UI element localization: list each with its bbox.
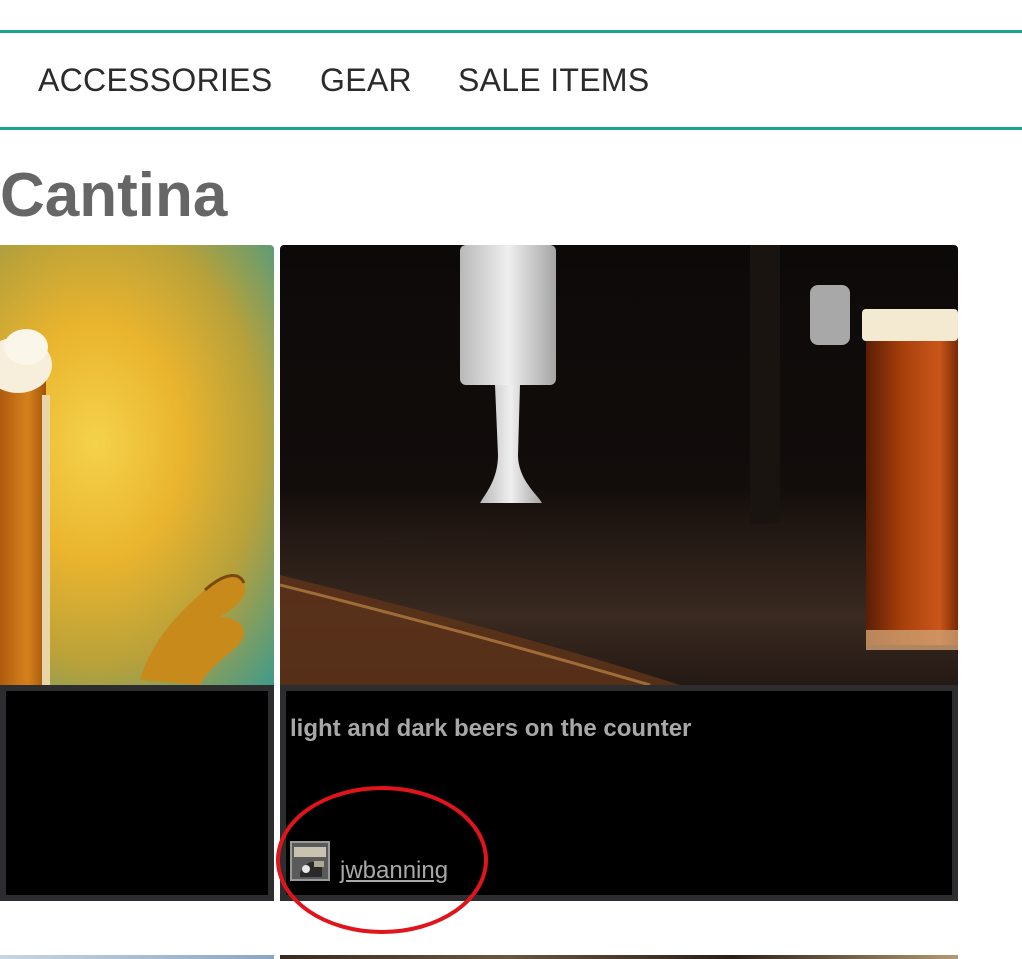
beer-illustration-graphic: [0, 329, 246, 685]
nav-item-sale-items[interactable]: SALE ITEMS: [458, 62, 650, 99]
next-row-card-edge: [280, 955, 958, 959]
card-caption: [0, 685, 274, 901]
annotation-ellipse: [276, 786, 488, 934]
page-title: Cantina: [0, 161, 228, 230]
photo-card[interactable]: [0, 245, 274, 901]
nav-item-gear[interactable]: GEAR: [320, 62, 412, 99]
card-image-beer-illustration[interactable]: [0, 245, 274, 685]
next-row-card-edge: [0, 955, 274, 959]
card-image-beers-on-counter[interactable]: [280, 245, 958, 685]
nav-item-accessories[interactable]: ACCESSORIES: [38, 62, 272, 99]
top-nav: ACCESSORIES GEAR SALE ITEMS: [0, 30, 1022, 130]
beers-on-counter-graphic: [280, 245, 958, 685]
card-caption-text: light and dark beers on the counter: [290, 715, 692, 742]
